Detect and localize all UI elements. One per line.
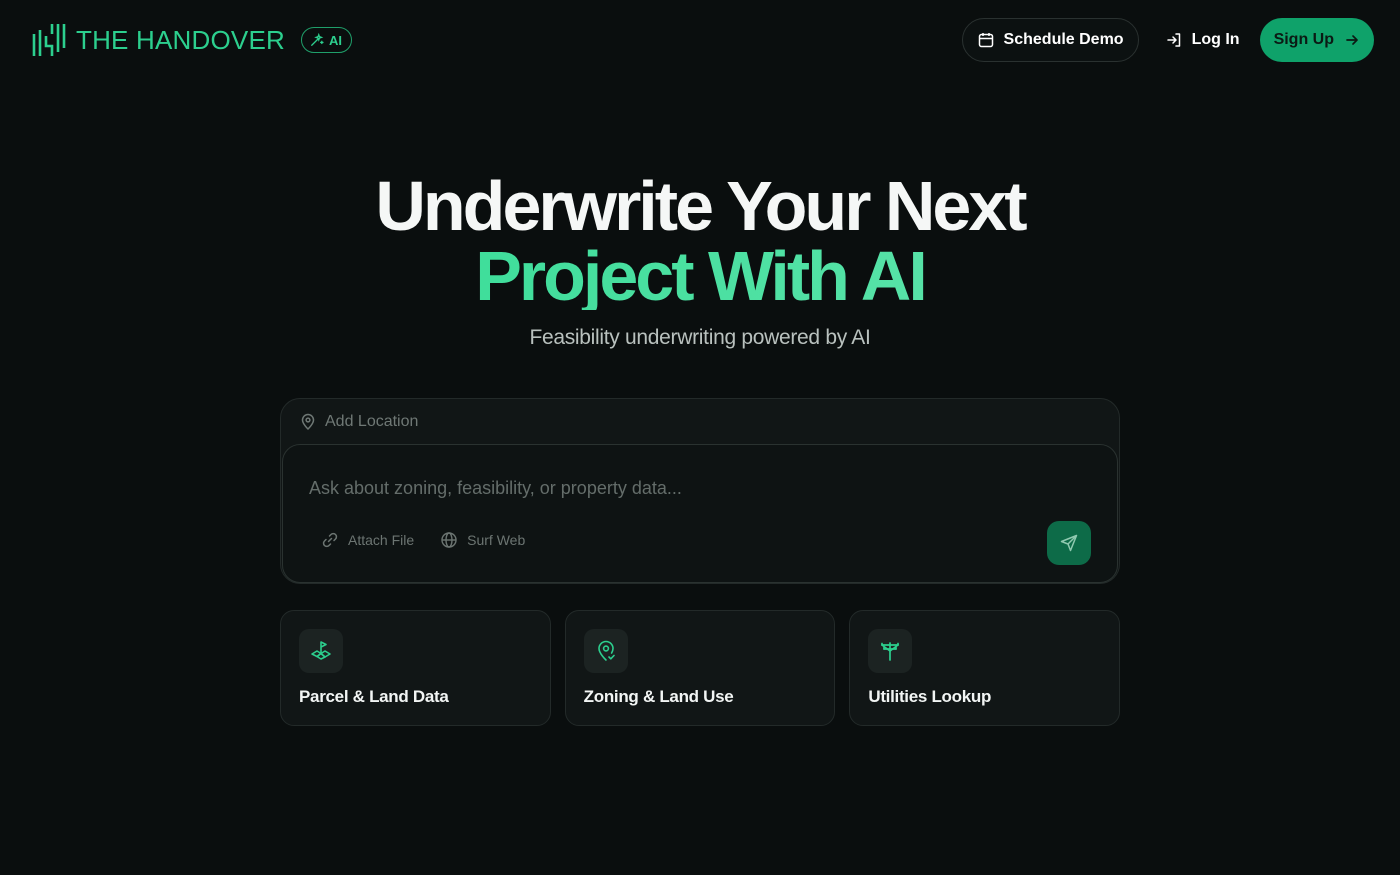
arrow-right-icon [1346, 35, 1358, 45]
card-icon-box [583, 629, 628, 673]
calendar-icon [978, 33, 993, 48]
zoning-pin-icon [597, 640, 615, 661]
send-button[interactable] [1047, 521, 1091, 565]
brand[interactable]: THE HANDOVER AI [32, 22, 352, 58]
schedule-demo-label: Schedule Demo [1003, 31, 1124, 48]
signup-label: Sign Up [1273, 31, 1334, 48]
card-icon-box [868, 629, 913, 673]
hero-title-line2: Project With AI [0, 241, 1400, 311]
page: THE HANDOVER AI Schedule Demo Log In Sig… [0, 0, 1400, 875]
card-utilities-lookup[interactable]: Utilities Lookup [849, 610, 1121, 726]
prompt-tools: Attach File Surf Web [321, 531, 525, 549]
hero: Underwrite Your Next Project With AI Fea… [0, 170, 1400, 350]
surf-web-label: Surf Web [467, 532, 526, 548]
header-actions: Schedule Demo Log In Sign Up [961, 18, 1374, 62]
surf-web-button[interactable]: Surf Web [440, 531, 525, 549]
handover-logo-icon [32, 24, 66, 56]
send-icon [1060, 534, 1078, 552]
add-location-button[interactable]: Add Location [281, 399, 1119, 444]
sparkle-wand-icon [311, 33, 324, 46]
login-icon [1166, 33, 1180, 47]
ai-badge: AI [300, 27, 352, 53]
hero-title-line1: Underwrite Your Next [375, 167, 1027, 245]
top-nav: THE HANDOVER AI Schedule Demo Log In Sig… [0, 0, 1400, 80]
utility-pole-icon [881, 642, 900, 661]
prompt-box: Add Location Attach File [280, 398, 1120, 584]
card-icon-box [299, 629, 343, 673]
parcel-icon [311, 641, 331, 660]
card-parcel-label: Parcel & Land Data [299, 687, 449, 706]
add-location-label: Add Location [325, 412, 419, 430]
query-card: Attach File Surf Web [282, 444, 1118, 583]
card-utilities-label: Utilities Lookup [868, 687, 992, 706]
feature-cards: Parcel & Land Data Zoning & Land Use Uti… [280, 610, 1121, 726]
card-zoning-label: Zoning & Land Use [583, 687, 734, 706]
globe-icon [441, 532, 457, 548]
login-button[interactable]: Log In [1139, 18, 1260, 62]
schedule-demo-button[interactable]: Schedule Demo [961, 18, 1139, 62]
attach-file-label: Attach File [348, 532, 415, 548]
brand-name: THE HANDOVER [76, 24, 285, 55]
attach-file-button[interactable]: Attach File [321, 531, 414, 549]
card-zoning-land-use[interactable]: Zoning & Land Use [564, 610, 836, 726]
link-icon [322, 532, 338, 548]
login-label: Log In [1191, 31, 1240, 48]
map-pin-icon [301, 413, 315, 430]
query-input[interactable] [309, 473, 1049, 503]
signup-button[interactable]: Sign Up [1259, 18, 1374, 62]
card-parcel-land-data[interactable]: Parcel & Land Data [280, 610, 551, 726]
hero-subtitle: Feasibility underwriting powered by AI [529, 326, 871, 349]
ai-badge-label: AI [328, 32, 342, 48]
